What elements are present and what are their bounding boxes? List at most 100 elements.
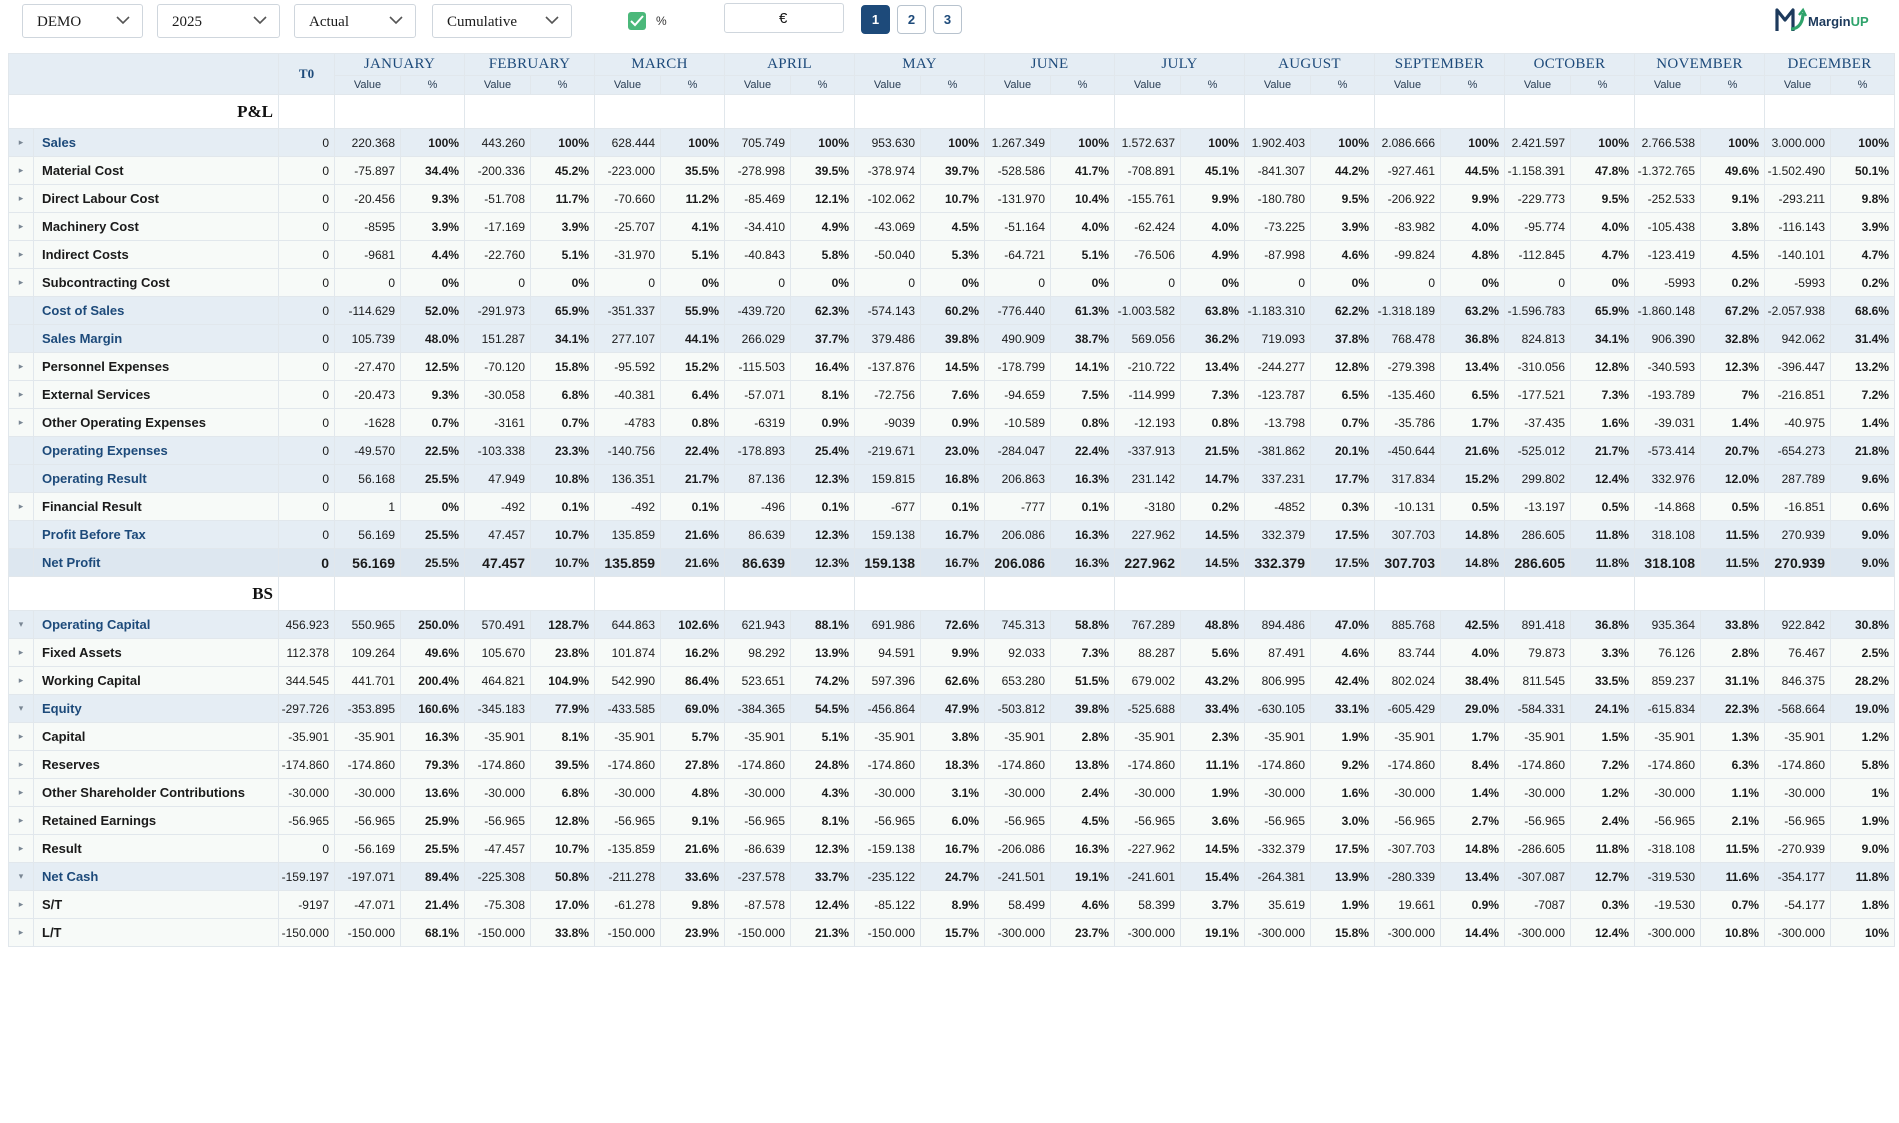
- page-button-2[interactable]: 2: [897, 5, 926, 34]
- table-row[interactable]: ▸ L/T -150.000 -150.000 68.1% -150.000 33.8% -1…: [8, 918, 1895, 947]
- table-row[interactable]: Net Profit 0 56.169 25.5% 47.457 10.7% 135.859…: [8, 548, 1895, 577]
- t0-cell: 0: [278, 408, 335, 437]
- table-row[interactable]: ▸ Working Capital 344.545 441.701 200.4% 464.…: [8, 666, 1895, 695]
- column-header-month[interactable]: NOVEMBER: [1634, 53, 1765, 76]
- table-row[interactable]: ▸ Financial Result 0 1 0% -492 0.1% -492 0.1% -49…: [8, 492, 1895, 521]
- expand-arrow-icon[interactable]: ▸: [8, 408, 34, 437]
- expand-arrow-icon[interactable]: ▸: [8, 128, 34, 157]
- table-row[interactable]: Profit Before Tax 0 56.169 25.5% 47.457 10.7%…: [8, 520, 1895, 549]
- table-row[interactable]: ▸ Retained Earnings -56.965 -56.965 25.9% -56…: [8, 806, 1895, 835]
- expand-arrow-icon[interactable]: ▸: [8, 240, 34, 269]
- table-row[interactable]: ▸ Capital -35.901 -35.901 16.3% -35.901 8.1% -3…: [8, 722, 1895, 751]
- currency-field[interactable]: €: [724, 3, 844, 33]
- value-cell: -300.000: [1764, 918, 1831, 947]
- t0-cell: -150.000: [278, 918, 335, 947]
- table-row[interactable]: ▸ Other Operating Expenses 0 -1628 0.7% -3161…: [8, 408, 1895, 437]
- table-row[interactable]: Sales Margin 0 105.739 48.0% 151.287 34.1% 277…: [8, 324, 1895, 353]
- column-header-month[interactable]: FEBRUARY: [464, 53, 595, 76]
- percent-checkbox[interactable]: [628, 12, 646, 30]
- expand-arrow-icon[interactable]: ▸: [8, 638, 34, 667]
- scenario-select[interactable]: Actual: [294, 4, 416, 38]
- table-row[interactable]: ▸ Direct Labour Cost 0 -20.456 9.3% -51.708 11…: [8, 184, 1895, 213]
- expand-arrow-icon[interactable]: ▸: [8, 184, 34, 213]
- table-row[interactable]: ▸ S/T -9197 -47.071 21.4% -75.308 17.0% -61.278…: [8, 890, 1895, 919]
- column-header-month[interactable]: DECEMBER: [1764, 53, 1895, 76]
- percent-cell: 14.5%: [920, 352, 985, 381]
- collapse-arrow-icon[interactable]: ▾: [8, 694, 34, 723]
- page-button-1[interactable]: 1: [861, 5, 890, 34]
- table-row[interactable]: ▸ Sales 0 220.368 100% 443.260 100% 628.444 100%…: [8, 128, 1895, 157]
- column-header-month[interactable]: APRIL: [724, 53, 855, 76]
- value-cell: 56.168: [334, 464, 401, 493]
- expand-arrow-icon[interactable]: ▸: [8, 352, 34, 381]
- t0-cell: 0: [278, 268, 335, 297]
- table-row[interactable]: Operating Result 0 56.168 25.5% 47.949 10.8% 1…: [8, 464, 1895, 493]
- table-row[interactable]: Operating Expenses 0 -49.570 22.5% -103.338 2…: [8, 436, 1895, 465]
- company-select[interactable]: DEMO: [22, 4, 143, 38]
- value-cell: -1.860.148: [1634, 296, 1701, 325]
- value-cell: -492: [594, 492, 661, 521]
- expand-arrow-icon[interactable]: ▸: [8, 722, 34, 751]
- table-row[interactable]: ▾ Operating Capital 456.923 550.965 250.0% 57…: [8, 610, 1895, 639]
- expand-arrow-icon[interactable]: ▸: [8, 918, 34, 947]
- table-row[interactable]: ▸ Subcontracting Cost 0 0 0% 0 0% 0 0% 0 0% 0 0% 0 0% 0…: [8, 268, 1895, 297]
- column-header-month[interactable]: SEPTEMBER: [1374, 53, 1505, 76]
- value-cell: -51.708: [464, 184, 531, 213]
- row-label: Subcontracting Cost: [33, 268, 279, 297]
- percent-cell: 13.9%: [790, 638, 855, 667]
- subheader-percent: %: [530, 75, 595, 95]
- column-header-month[interactable]: JUNE: [984, 53, 1115, 76]
- value-cell: 287.789: [1764, 464, 1831, 493]
- expand-arrow-icon[interactable]: ▸: [8, 380, 34, 409]
- expand-arrow-icon[interactable]: ▸: [8, 834, 34, 863]
- percent-cell: 4.9%: [790, 212, 855, 241]
- value-cell: -116.143: [1764, 212, 1831, 241]
- expand-arrow-icon[interactable]: ▸: [8, 778, 34, 807]
- expand-arrow-icon[interactable]: ▸: [8, 750, 34, 779]
- percent-cell: 48.0%: [400, 324, 465, 353]
- expand-arrow-icon[interactable]: ▸: [8, 806, 34, 835]
- page-button-3[interactable]: 3: [933, 5, 962, 34]
- table-row[interactable]: ▸ Personnel Expenses 0 -27.470 12.5% -70.120 1…: [8, 352, 1895, 381]
- table-row[interactable]: ▾ Net Cash -159.197 -197.071 89.4% -225.308 50…: [8, 862, 1895, 891]
- table-row[interactable]: ▸ Machinery Cost 0 -8595 3.9% -17.169 3.9% -25.…: [8, 212, 1895, 241]
- table-row[interactable]: ▸ External Services 0 -20.473 9.3% -30.058 6.8…: [8, 380, 1895, 409]
- year-select[interactable]: 2025: [157, 4, 280, 38]
- table-row[interactable]: ▸ Other Shareholder Contributions -30.000-…: [8, 778, 1895, 807]
- percent-cell: 22.5%: [400, 436, 465, 465]
- column-header-month[interactable]: OCTOBER: [1504, 53, 1635, 76]
- table-row[interactable]: ▸ Material Cost 0 -75.897 34.4% -200.336 45.2%…: [8, 156, 1895, 185]
- table-row[interactable]: ▸ Reserves -174.860 -174.860 79.3% -174.860 39…: [8, 750, 1895, 779]
- column-header-month[interactable]: JANUARY: [334, 53, 465, 76]
- value-cell: -6319: [724, 408, 791, 437]
- expand-arrow-icon[interactable]: ▸: [8, 492, 34, 521]
- table-row[interactable]: ▸ Fixed Assets 112.378 109.264 49.6% 105.670 2…: [8, 638, 1895, 667]
- subheader-value: Value: [1114, 75, 1181, 95]
- value-cell: 332.976: [1634, 464, 1701, 493]
- percent-cell: 4.9%: [1180, 240, 1245, 269]
- expand-arrow-icon[interactable]: ▸: [8, 890, 34, 919]
- table-row[interactable]: ▸ Result 0 -56.169 25.5% -47.457 10.7% -135.859…: [8, 834, 1895, 863]
- expand-arrow-icon[interactable]: ▸: [8, 156, 34, 185]
- value-cell: 3.000.000: [1764, 128, 1831, 157]
- percent-cell: 15.8%: [530, 352, 595, 381]
- expand-arrow-icon[interactable]: ▸: [8, 666, 34, 695]
- section-title: BS: [8, 576, 279, 611]
- expand-arrow-icon[interactable]: ▸: [8, 268, 34, 297]
- table-row[interactable]: ▸ Indirect Costs 0 -9681 4.4% -22.760 5.1% -31.…: [8, 240, 1895, 269]
- expand-arrow-icon[interactable]: ▸: [8, 212, 34, 241]
- table-row[interactable]: ▾ Equity -297.726 -353.895 160.6% -345.183 77.…: [8, 694, 1895, 723]
- mode-select[interactable]: Cumulative: [432, 4, 572, 38]
- column-header-month[interactable]: MARCH: [594, 53, 725, 76]
- percent-cell: 16.7%: [920, 548, 985, 577]
- value-cell: 318.108: [1634, 520, 1701, 549]
- table-row[interactable]: Cost of Sales 0 -114.629 52.0% -291.973 65.9%…: [8, 296, 1895, 325]
- column-header-month[interactable]: AUGUST: [1244, 53, 1375, 76]
- percent-cell: 18.3%: [920, 750, 985, 779]
- column-header-month[interactable]: MAY: [854, 53, 985, 76]
- collapse-arrow-icon[interactable]: ▾: [8, 610, 34, 639]
- empty-cell: [1504, 94, 1635, 129]
- column-header-month[interactable]: JULY: [1114, 53, 1245, 76]
- row-label: Other Operating Expenses: [33, 408, 279, 437]
- collapse-arrow-icon[interactable]: ▾: [8, 862, 34, 891]
